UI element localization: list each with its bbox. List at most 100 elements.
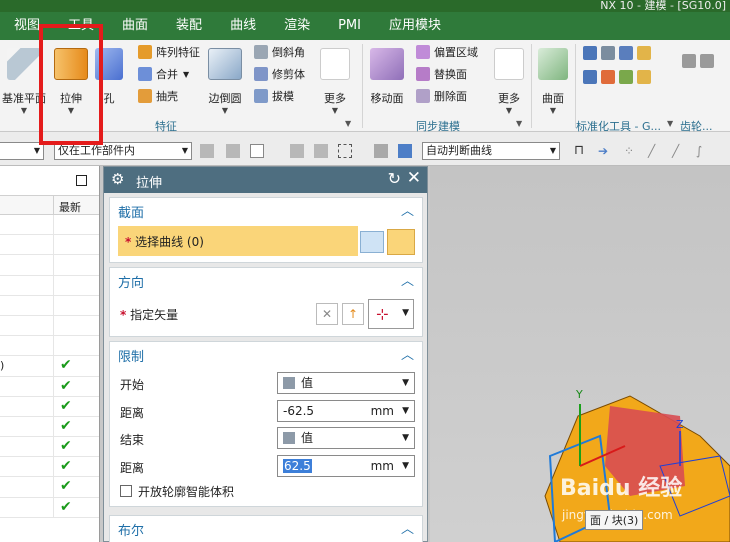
row-text-fragment: ) bbox=[0, 359, 5, 373]
curve-rule-combo[interactable]: 自动判断曲线 ▼ bbox=[422, 142, 560, 160]
gear-tool-icon[interactable] bbox=[682, 54, 696, 68]
maximize-icon[interactable] bbox=[76, 175, 87, 186]
std-tool-icon[interactable] bbox=[601, 46, 615, 60]
edge-blend-button[interactable]: 边倒圆 ▼ bbox=[208, 48, 242, 116]
navigator-row[interactable]: ✔ bbox=[0, 477, 99, 498]
vector-dialog-icon[interactable]: ↑ bbox=[342, 303, 364, 325]
axis-y-label: Y bbox=[575, 388, 583, 401]
std-tool-icon[interactable] bbox=[601, 70, 615, 84]
distance-end-label: 距离 bbox=[120, 461, 145, 475]
limits-header[interactable]: 限制 ︿ bbox=[110, 342, 422, 366]
section-header[interactable]: 截面 ︿ bbox=[110, 198, 422, 222]
unite-button[interactable]: 合并 ▼ bbox=[138, 66, 189, 82]
tab-curve[interactable]: 曲线 bbox=[216, 12, 270, 40]
up-to-date-check-icon: ✔ bbox=[60, 357, 72, 374]
direction-header[interactable]: 方向 ︿ bbox=[110, 268, 422, 292]
navigator-row[interactable]: ✔ bbox=[0, 396, 99, 417]
navigator-row[interactable] bbox=[0, 275, 99, 296]
navigator-row[interactable] bbox=[0, 235, 99, 256]
boolean-header[interactable]: 布尔 ︿ bbox=[110, 516, 422, 540]
end-distance-field[interactable]: 62.5 mm ▼ bbox=[277, 455, 415, 477]
navigator-row[interactable]: ✔ bbox=[0, 437, 99, 458]
shell-button[interactable]: 抽壳 bbox=[138, 88, 178, 104]
sketch-section-icon[interactable] bbox=[360, 231, 384, 253]
collapse-icon[interactable]: ︿ bbox=[401, 518, 414, 537]
offset-region-button[interactable]: 偏置区域 bbox=[416, 44, 478, 60]
pattern-feature-button[interactable]: 阵列特征 bbox=[138, 44, 200, 60]
draft-button[interactable]: 拔模 bbox=[254, 88, 294, 104]
line-icon[interactable]: ╱ bbox=[648, 144, 662, 158]
navigator-row[interactable] bbox=[0, 336, 99, 357]
reset-icon[interactable]: ↻ bbox=[388, 169, 401, 188]
navigator-row[interactable]: ✔ bbox=[0, 376, 99, 397]
more-sync-button[interactable]: 更多 ▼ bbox=[494, 48, 524, 116]
body-select-icon[interactable] bbox=[374, 144, 388, 158]
line-icon[interactable]: ╱ bbox=[672, 144, 686, 158]
more-features-button[interactable]: 更多 ▼ bbox=[320, 48, 350, 116]
navigator-row[interactable] bbox=[0, 295, 99, 316]
rectangle-select-icon[interactable] bbox=[338, 144, 352, 158]
navigator-row[interactable] bbox=[0, 255, 99, 276]
connect-curves-icon[interactable]: ⊓ bbox=[574, 144, 588, 158]
snap-icon[interactable] bbox=[290, 144, 304, 158]
hole-button[interactable]: 孔 bbox=[95, 48, 123, 106]
tab-application[interactable]: 应用模块 bbox=[375, 12, 455, 40]
datum-plane-button[interactable]: 基准平面 ▼ bbox=[2, 48, 46, 116]
tab-surface[interactable]: 曲面 bbox=[108, 12, 162, 40]
start-distance-field[interactable]: -62.5 mm ▼ bbox=[277, 400, 415, 422]
std-tool-icon[interactable] bbox=[583, 46, 597, 60]
type-filter-combo[interactable]: ▼ bbox=[0, 142, 44, 160]
collapse-icon[interactable]: ︿ bbox=[401, 344, 414, 363]
tab-assembly[interactable]: 装配 bbox=[162, 12, 216, 40]
filter-icon[interactable] bbox=[200, 144, 214, 158]
gear-tool-icon[interactable] bbox=[700, 54, 714, 68]
navigator-row[interactable] bbox=[0, 315, 99, 337]
reverse-direction-icon[interactable]: ✕ bbox=[316, 303, 338, 325]
collapse-icon[interactable]: ︿ bbox=[401, 200, 414, 219]
chamfer-button[interactable]: 倒斜角 bbox=[254, 44, 305, 60]
draft-icon bbox=[254, 89, 268, 103]
end-type-dropdown[interactable]: 值 ▼ bbox=[277, 427, 415, 449]
edge-blend-icon bbox=[208, 48, 242, 80]
navigator-row[interactable]: ✔ bbox=[0, 457, 99, 478]
tab-tools[interactable]: 工具 bbox=[54, 12, 108, 40]
tab-view[interactable]: 视图 bbox=[0, 12, 54, 40]
up-to-date-check-icon: ✔ bbox=[60, 397, 72, 414]
follow-icon[interactable]: ➔ bbox=[598, 144, 612, 158]
surface-button[interactable]: 曲面 ▼ bbox=[538, 48, 568, 116]
navigator-row[interactable] bbox=[0, 215, 99, 236]
std-tool-icon[interactable] bbox=[637, 46, 651, 60]
close-icon[interactable]: ✕ bbox=[407, 168, 421, 188]
start-type-dropdown[interactable]: 值 ▼ bbox=[277, 372, 415, 394]
open-profile-checkbox[interactable] bbox=[120, 485, 132, 497]
tab-render[interactable]: 渲染 bbox=[270, 12, 324, 40]
std-tool-icon[interactable] bbox=[637, 70, 651, 84]
snap-icon[interactable] bbox=[314, 144, 328, 158]
navigator-row[interactable]: ✔ bbox=[0, 497, 99, 518]
trim-body-button[interactable]: 修剪体 bbox=[254, 66, 305, 82]
navigator-row[interactable]: ) ✔ bbox=[0, 356, 99, 377]
collapse-icon[interactable]: ︿ bbox=[401, 270, 414, 289]
snap-point-icon[interactable] bbox=[250, 144, 264, 158]
navigator-row[interactable]: ✔ bbox=[0, 416, 99, 438]
std-tool-icon[interactable] bbox=[583, 70, 597, 84]
scope-combo[interactable]: 仅在工作部件内 ▼ bbox=[54, 142, 192, 160]
std-tool-icon[interactable] bbox=[619, 70, 633, 84]
vector-type-dropdown[interactable]: ⊹ ▼ bbox=[368, 299, 414, 329]
select-curve-row[interactable]: * 选择曲线 (0) bbox=[118, 226, 358, 256]
delete-face-button[interactable]: 删除面 bbox=[416, 88, 467, 104]
replace-face-button[interactable]: 替换面 bbox=[416, 66, 467, 82]
shell-icon bbox=[138, 89, 152, 103]
intersect-icon[interactable]: ⁘ bbox=[624, 144, 638, 158]
curve-select-icon[interactable] bbox=[387, 229, 415, 255]
curve-icon[interactable]: ∫ bbox=[696, 144, 710, 158]
extrude-button[interactable]: 拉伸 ▼ bbox=[54, 48, 88, 116]
filter-icon[interactable] bbox=[226, 144, 240, 158]
gear-icon[interactable]: ⚙ bbox=[111, 171, 124, 188]
cube-select-icon[interactable] bbox=[398, 144, 412, 158]
tab-pmi[interactable]: PMI bbox=[324, 12, 375, 40]
std-tool-icon[interactable] bbox=[619, 46, 633, 60]
ribbon: 基准平面 ▼ 拉伸 ▼ 孔 阵列特征 合并 ▼ 抽壳 边倒圆 ▼ 倒斜角 修剪体 … bbox=[0, 40, 730, 133]
start-label: 开始 bbox=[120, 378, 145, 392]
move-face-button[interactable]: 移动面 bbox=[370, 48, 404, 106]
